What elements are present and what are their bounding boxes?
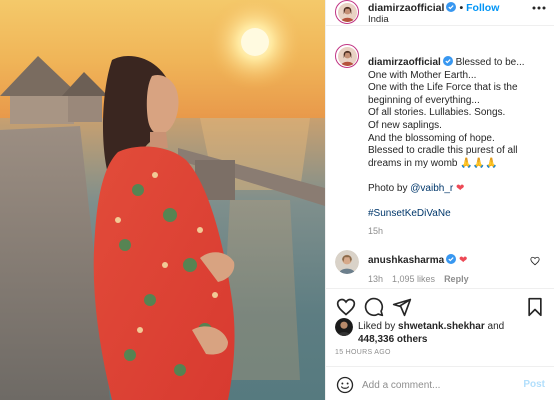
sunset-photo-image [0, 0, 325, 400]
save-button[interactable] [525, 297, 545, 317]
liker-username[interactable]: shwetank.shekhar [398, 321, 485, 332]
post-timestamp[interactable]: 15 HOURS AGO [335, 349, 391, 356]
likes-summary: Liked by shwetank.shekhar and 448,336 oth… [358, 320, 548, 346]
heart-icon [336, 298, 356, 316]
add-comment-bar: Post [326, 366, 554, 400]
caption-heart-emoji: ❤ [456, 182, 465, 194]
comment-reply-button[interactable]: Reply [444, 274, 469, 284]
comment-like-heart-icon[interactable] [530, 256, 540, 266]
like-button[interactable] [336, 297, 356, 317]
caption-mention-link[interactable]: @vaibh_r [410, 183, 453, 194]
share-icon [392, 298, 412, 317]
follow-button[interactable]: Follow [466, 2, 499, 14]
likes-mid: and [484, 321, 505, 332]
likes-others-count[interactable]: 448,336 others [358, 334, 428, 345]
share-button[interactable] [392, 297, 412, 317]
separator-dot: • [459, 2, 464, 14]
caption-time[interactable]: 15h [368, 226, 383, 236]
post-header: diamirzaofficial • Follow India [326, 0, 554, 26]
post-side-panel: diamirzaofficial • Follow India diamirzaof… [325, 0, 554, 400]
author-username[interactable]: diamirzaofficial [368, 2, 444, 14]
emoji-icon[interactable] [336, 376, 354, 394]
comment-button[interactable] [364, 297, 384, 317]
post-photo[interactable] [0, 0, 325, 400]
comment-time[interactable]: 13h [368, 274, 383, 284]
author-line: diamirzaofficial • Follow [368, 2, 499, 14]
post-comment-button[interactable]: Post [523, 379, 545, 390]
more-icon[interactable] [532, 6, 546, 10]
bookmark-icon [528, 297, 542, 317]
author-avatar[interactable] [335, 0, 359, 24]
comment-meta: 13h 1,095 likes Reply [368, 274, 478, 284]
post-actions-bar [326, 288, 554, 320]
comment-item: anushkasharma ❤ [368, 254, 467, 266]
verified-icon [446, 254, 457, 264]
post-caption: diamirzaofficial Blessed to be... One wi… [368, 56, 548, 221]
commenter-avatar[interactable] [335, 250, 359, 274]
comment-icon [364, 297, 384, 317]
comment-text: ❤ [458, 255, 468, 266]
verified-icon [442, 56, 453, 66]
caption-text: Blessed to be... One with Mother Earth..… [368, 57, 525, 194]
caption-author-avatar[interactable] [335, 44, 359, 68]
comment-likes-count[interactable]: 1,095 likes [392, 274, 435, 284]
add-comment-input[interactable] [362, 376, 512, 394]
liker-avatar[interactable] [335, 318, 353, 336]
caption-hashtag-link[interactable]: #SunsetKeDiVaNe [368, 208, 451, 219]
commenter-username[interactable]: anushkasharma [368, 255, 444, 266]
verified-icon [446, 2, 457, 12]
caption-username[interactable]: diamirzaofficial [368, 57, 441, 68]
likes-prefix: Liked by [358, 321, 399, 332]
post-location[interactable]: India [368, 14, 389, 25]
